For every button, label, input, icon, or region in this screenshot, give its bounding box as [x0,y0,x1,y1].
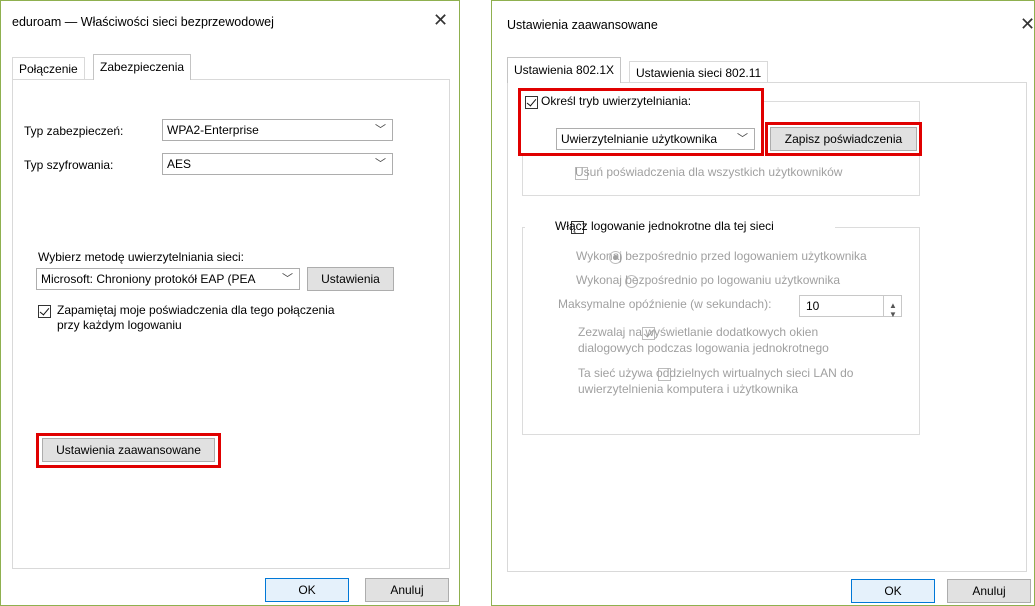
left-dialog-title: eduroam — Właściwości sieci bezprzewodow… [12,15,274,29]
save-credentials-button[interactable]: Zapisz poświadczenia [770,127,917,151]
auth-mode-value: Uwierzytelnianie użytkownika [561,132,718,146]
advanced-settings-button[interactable]: Ustawienia zaawansowane [42,438,215,462]
vlan-label-2: uwierzytelnienia komputera i użytkownika [578,382,799,396]
max-delay-spinner[interactable]: 10 ▲ ▼ [799,295,902,319]
auth-method-label: Wybierz metodę uwierzytelniania sieci: [38,250,244,264]
chevron-down-icon: ﹀ [737,133,748,145]
ok-button[interactable]: OK [265,578,349,602]
chevron-down-icon: ﹀ [375,158,386,170]
specify-auth-mode-checkbox[interactable] [525,96,538,110]
encryption-type-select[interactable]: AES ﹀ [162,153,393,175]
right-dialog: Ustawienia zaawansowane ✕ Ustawienia 802… [491,0,1035,606]
sso-after-label: Wykonaj bezpośrednio po logowaniu użytko… [576,273,841,287]
right-dialog-title: Ustawienia zaawansowane [507,18,658,32]
encryption-type-label: Typ szyfrowania: [24,158,114,172]
security-type-value: WPA2-Enterprise [167,123,259,137]
vlan-label-1: Ta sieć używa oddzielnych wirtualnych si… [578,366,854,380]
auth-mode-select[interactable]: Uwierzytelnianie użytkownika ﹀ [556,128,755,150]
max-delay-label: Maksymalne opóźnienie (w sekundach): [558,297,772,311]
spinner-buttons[interactable]: ▲ ▼ [883,296,901,319]
specify-auth-mode-label: Określ tryb uwierzytelniania: [541,94,692,108]
spin-down-icon[interactable]: ▼ [889,305,897,325]
max-delay-value: 10 [806,299,820,313]
tab-label: Ustawienia sieci 802.11 [636,66,762,80]
remember-credentials-label-1: Zapamiętaj moje poświadczenia dla tego p… [57,303,335,317]
auth-method-select[interactable]: Microsoft: Chroniony protokół EAP (PEA ﹀ [36,268,300,290]
sso-enable-label: Włącz logowanie jednokrotne dla tej siec… [555,219,774,233]
left-dialog: eduroam — Właściwości sieci bezprzewodow… [0,0,460,606]
tab-label: Ustawienia 802.1X [514,63,615,77]
cancel-button[interactable]: Anuluj [947,579,1031,603]
ok-button[interactable]: OK [851,579,935,603]
tab-label: Połączenie [19,62,78,76]
close-icon[interactable]: ✕ [433,12,448,30]
close-icon[interactable]: ✕ [1020,16,1035,34]
tab-label: Zabezpieczenia [100,60,185,74]
security-type-select[interactable]: WPA2-Enterprise ﹀ [162,119,393,141]
security-type-label: Typ zabezpieczeń: [24,124,124,138]
encryption-type-value: AES [167,157,192,171]
allow-dialogs-label-2: dialogowych podczas logowania jednokrotn… [578,341,829,355]
delete-credentials-label: Usuń poświadczenia dla wszystkich użytko… [575,165,843,179]
allow-dialogs-label-1: Zezwalaj na wyświetlanie dodatkowych oki… [578,325,819,339]
settings-button[interactable]: Ustawienia [307,267,394,291]
tab-80211[interactable]: Ustawienia sieci 802.11 [629,61,769,83]
chevron-down-icon: ﹀ [375,124,386,136]
remember-credentials-label-2: przy każdym logowaniu [57,318,182,332]
auth-method-value: Microsoft: Chroniony protokół EAP (PEA [41,272,256,286]
remember-credentials-checkbox[interactable] [38,305,51,319]
tab-zabezpieczenia[interactable]: Zabezpieczenia [93,54,192,80]
chevron-down-icon: ﹀ [282,273,293,285]
tab-polaczenie[interactable]: Połączenie [12,57,85,79]
cancel-button[interactable]: Anuluj [365,578,449,602]
sso-before-label: Wykonaj bezpośrednio przed logowaniem uż… [576,249,867,263]
tab-8021x[interactable]: Ustawienia 802.1X [507,57,622,83]
